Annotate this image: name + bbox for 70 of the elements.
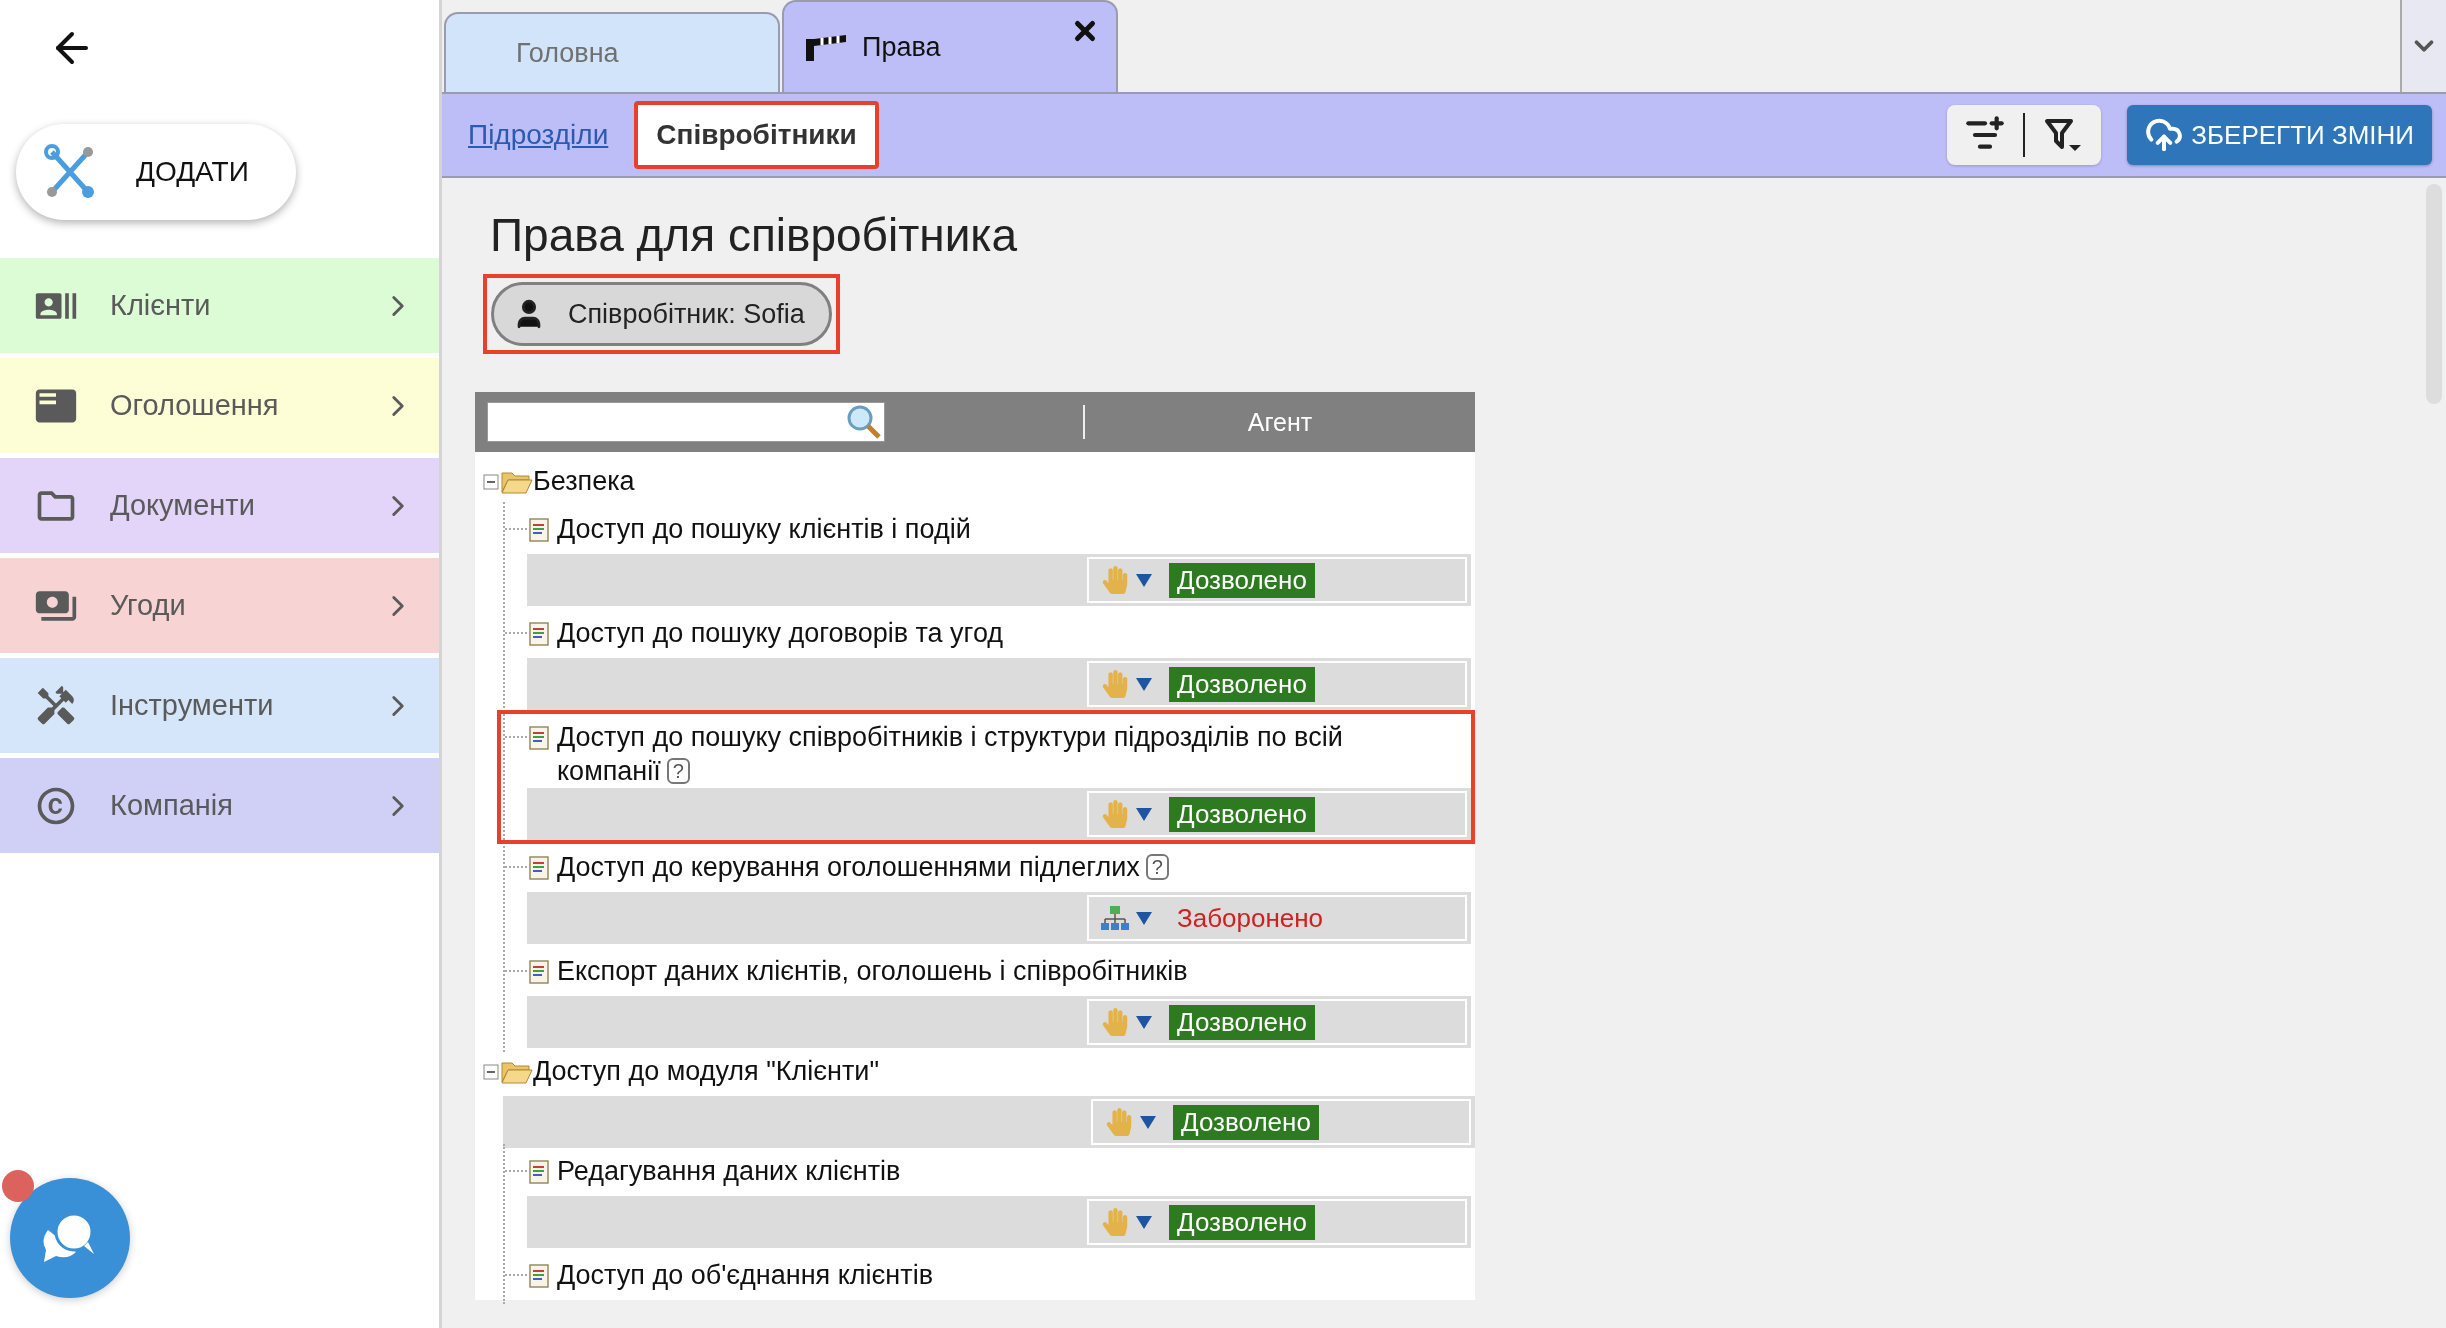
permission-label: Редагування даних клієнтів [557,1155,902,1188]
page-title: Права для співробітника [490,208,1018,262]
permission-selector[interactable]: Дозволено [1087,999,1467,1045]
hand-icon [1101,566,1129,594]
document-icon [529,856,549,880]
help-icon[interactable]: ? [1145,854,1169,880]
cloud-upload-icon [2145,116,2184,154]
permission-label: Доступ до керування оголошеннями підлеглих ? [557,850,1209,884]
caret-icon [1135,910,1153,926]
caret-icon [1135,1014,1153,1030]
permission-label: Доступ до пошуку клієнтів і подій [557,513,972,546]
permission-label: Доступ до пошуку договорів та угод [557,617,1005,650]
search-field[interactable] [487,402,885,442]
nav-item[interactable]: Угоди [0,558,439,653]
collapse-toggle[interactable] [483,1064,499,1080]
nav-item[interactable]: Компанія [0,758,439,853]
search-icon [846,404,882,440]
caret-icon [1135,806,1153,822]
document-icon [529,518,549,542]
nav-item[interactable]: Клієнти [0,258,439,353]
folder-icon [501,470,533,494]
subtab-link[interactable]: Підрозділи [468,119,609,151]
permission-value: Дозволено [1169,796,1315,832]
nav-item[interactable]: Інструменти [0,658,439,753]
chat-button[interactable] [10,1178,130,1298]
tab[interactable]: Права [782,0,1118,92]
tab[interactable]: Головна [444,12,780,92]
permission-label: Експорт даних клієнтів, оголошень і співробітників [557,955,1189,988]
caret-icon [1135,1214,1153,1230]
permission-selector[interactable]: Дозволено [1087,557,1467,603]
nav-item[interactable]: Оголошення [0,358,439,453]
help-icon[interactable]: ? [666,758,690,784]
document-icon [529,1264,549,1288]
nav-item[interactable]: Документи [0,458,439,553]
permission-value: Дозволено [1169,666,1315,702]
permission-label: Доступ до пошуку співробітників і структури підрозділів по всій компанії ? [557,721,1344,788]
hierarchy-icon [1101,904,1129,932]
folder-icon [501,1060,533,1084]
document-icon [529,622,549,646]
permission-value: Дозволено [1169,1204,1315,1240]
hand-icon [1101,670,1129,698]
document-icon [529,726,549,750]
caret-icon [1135,676,1153,692]
permission-value: Дозволено [1173,1104,1319,1140]
collapse-toggle[interactable] [483,474,499,490]
document-icon [529,1160,549,1184]
document-icon [529,960,549,984]
barrier-icon [806,33,846,61]
permission-value: Дозволено [1169,562,1315,598]
column-header: Агент [1246,407,1314,437]
employee-chip[interactable]: Співробітник: Sofia [491,282,832,346]
permission-selector[interactable]: Дозволено [1087,661,1467,707]
hand-icon [1101,1008,1129,1036]
caret-icon [1135,572,1153,588]
permission-selector[interactable]: Дозволено [1087,791,1467,837]
hand-icon [1105,1108,1133,1136]
hand-icon [1101,800,1129,828]
caret-icon [1139,1114,1157,1130]
subtab[interactable]: Співробітники [634,101,879,169]
permission-selector[interactable]: Дозволено [1091,1099,1471,1145]
hand-icon [1101,1208,1129,1236]
permission-label: Доступ до об'єднання клієнтів [557,1259,934,1292]
permission-value: Дозволено [1169,1004,1315,1040]
permission-selector[interactable]: Дозволено [1087,1199,1467,1245]
permission-label: Доступ до модуля "Клієнти" [533,1055,880,1088]
permission-selector[interactable]: Заборонено [1087,895,1467,941]
permission-label: Безпека [533,465,636,498]
permission-value: Заборонено [1176,901,1325,935]
save-changes-button[interactable]: ЗБЕРЕГТИ ЗМІНИ [2127,105,2432,165]
add-button[interactable]: ДОДАТИ [16,124,296,220]
